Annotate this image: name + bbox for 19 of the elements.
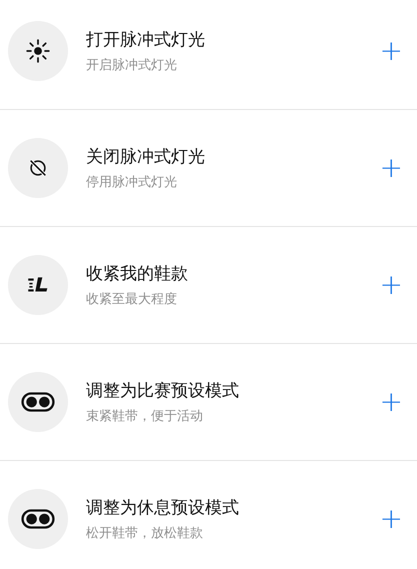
add-button[interactable]: + (366, 154, 417, 182)
add-button[interactable]: + (366, 388, 417, 416)
add-button[interactable]: + (366, 37, 417, 65)
slashed-circle-icon (27, 157, 49, 179)
action-subtitle: 松开鞋带，放松鞋款 (86, 525, 204, 542)
add-button[interactable]: + (366, 271, 417, 299)
action-title: 关闭脉冲式灯光 (86, 146, 206, 168)
action-subtitle: 束紧鞋带，便于活动 (86, 408, 204, 425)
sun-icon (25, 38, 51, 64)
action-subtitle: 开启脉冲式灯光 (86, 57, 178, 74)
add-button[interactable]: + (366, 505, 417, 533)
eyelets-icon (21, 508, 55, 530)
action-title: 调整为比赛预设模式 (86, 380, 240, 402)
action-subtitle: 收紧至最大程度 (86, 291, 178, 308)
action-title: 调整为休息预设模式 (86, 497, 240, 519)
action-title: 收紧我的鞋款 (86, 263, 189, 285)
action-subtitle: 停用脉冲式灯光 (86, 174, 178, 191)
eyelets-icon (21, 391, 55, 413)
action-title: 打开脉冲式灯光 (86, 29, 206, 51)
